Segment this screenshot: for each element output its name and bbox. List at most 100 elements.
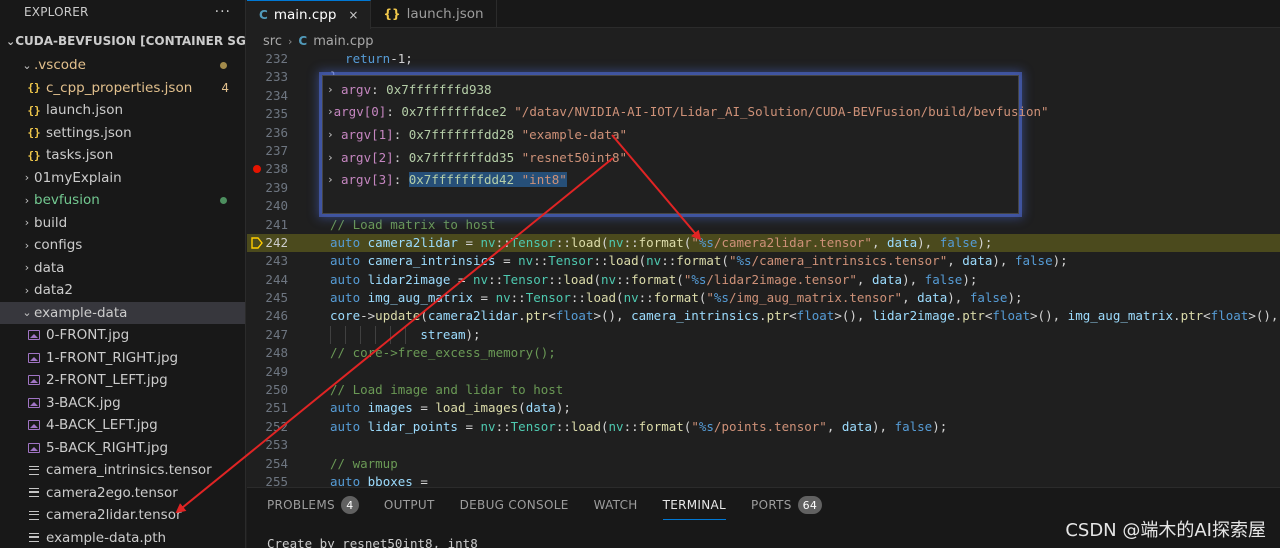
code-token: data [525, 400, 556, 416]
line-number: 232 [265, 51, 288, 66]
line-number: 241 [265, 216, 288, 232]
chevron-right-icon: › [327, 105, 334, 119]
code-token: ptr [962, 308, 985, 324]
line-number: 248 [265, 345, 288, 361]
panel-tab-label: DEBUG CONSOLE [459, 498, 569, 512]
code-token: nv [608, 418, 624, 434]
line-number: 244 [265, 271, 288, 287]
tree-item-data2[interactable]: › data2 [0, 279, 245, 302]
panel-tab-output[interactable]: OUTPUT [384, 488, 435, 522]
variable-value: 0x7fffffffdd35 "resnet50int8" [409, 150, 627, 165]
variable-row-argv-2[interactable]: › argv[2]: 0x7fffffffdd35 "resnet50int8" [323, 146, 1018, 169]
code-token: data [871, 271, 903, 287]
more-actions-icon[interactable]: ··· [215, 4, 231, 20]
code-line[interactable]: 253 [247, 436, 1280, 454]
json-file-icon: {} [27, 148, 41, 162]
json-file-icon: {} [383, 7, 401, 21]
variable-row-argv-3[interactable]: › argv[3]: 0x7fffffffdd42 "int8" [323, 168, 1018, 191]
tree-item-label: 0-FRONT.jpg [46, 327, 130, 344]
panel-tab-watch[interactable]: WATCH [594, 488, 638, 522]
tree-item-example-data[interactable]: ⌄ example-data [0, 301, 245, 324]
tree-item-camera2ego-tensor[interactable]: camera2ego.tensor [0, 482, 245, 505]
code-line[interactable]: 255 auto bboxes = [247, 473, 1280, 487]
tree-item-data[interactable]: › data [0, 257, 245, 280]
indent-guide [330, 325, 331, 345]
panel-tab-debug-console[interactable]: DEBUG CONSOLE [460, 488, 569, 522]
variable-row-argv[interactable]: › argv: 0x7fffffffd938 [323, 78, 1018, 101]
tree-item-label: launch.json [46, 102, 124, 119]
code-line[interactable]: 252 auto lidar_points = nv::Tensor::load(… [247, 418, 1280, 436]
code-token: // Load matrix to host [330, 216, 496, 232]
tree-item-0-front-jpg[interactable]: 0-FRONT.jpg [0, 324, 245, 347]
tree-item-vscode[interactable]: ⌄ .vscode [0, 54, 245, 77]
code-text: auto images = load_images(data); [330, 399, 571, 417]
code-line[interactable]: 247 stream); [247, 325, 1280, 345]
tree-item-01myexplain[interactable]: › 01myExplain [0, 167, 245, 190]
debug-hover-popup[interactable]: › argv: 0x7fffffffd938 › argv[0]: 0x7ffffff… [322, 75, 1049, 214]
code-token: nv [480, 234, 496, 250]
tree-item-tasks-json[interactable]: {} tasks.json [0, 144, 245, 167]
code-line[interactable]: 246 core->update(camera2lidar.ptr<float>(… [247, 307, 1280, 325]
tree-item-camera-intrinsics-tensor[interactable]: camera_intrinsics.tensor [0, 459, 245, 482]
code-line[interactable]: 241 // Load matrix to host [247, 216, 1280, 234]
code-token: nv [518, 253, 534, 269]
tree-item-build[interactable]: › build [0, 212, 245, 235]
tree-item-4-back-left-jpg[interactable]: 4-BACK_LEFT.jpg [0, 414, 245, 437]
image-file-icon [26, 395, 42, 411]
code-line[interactable]: 245 auto img_aug_matrix = nv::Tensor::loa… [247, 289, 1280, 307]
code-token: = [457, 234, 481, 250]
code-token: Tensor [525, 290, 571, 306]
tree-item-5-back-right-jpg[interactable]: 5-BACK_RIGHT.jpg [0, 437, 245, 460]
workspace-root[interactable]: ⌄ CUDA-BEVFUSION [CONTAINER SGE... [0, 28, 245, 54]
explorer-title: EXPLORER [24, 5, 89, 19]
code-line[interactable]: 250 // Load image and lidar to host [247, 381, 1280, 399]
code-token: = [412, 400, 436, 416]
terminal-output[interactable]: Create by resnet50int8, int8 [267, 536, 478, 548]
code-line[interactable]: 251 auto images = load_images(data); [247, 399, 1280, 417]
panel-tab-problems[interactable]: PROBLEMS 4 [267, 488, 359, 522]
variable-name: argv [341, 81, 372, 97]
tree-item-camera2lidar-tensor[interactable]: camera2lidar.tensor [0, 504, 245, 527]
line-number: 249 [265, 363, 288, 379]
tree-item-bevfusion[interactable]: › bevfusion [0, 189, 245, 212]
panel-tab-terminal[interactable]: TERMINAL [662, 488, 727, 522]
variable-row-argv-0[interactable]: › argv[0]: 0x7fffffffdce2 "/datav/NVIDIA-… [323, 101, 1049, 124]
chevron-right-icon: › [24, 171, 30, 185]
tree-item-3-back-jpg[interactable]: 3-BACK.jpg [0, 392, 245, 415]
tree-item-launch-json[interactable]: {} launch.json [0, 99, 245, 122]
code-token: load [570, 234, 601, 250]
panel-tab-ports[interactable]: PORTS 64 [751, 488, 823, 522]
breadcrumb-file[interactable]: main.cpp [313, 34, 373, 49]
code-token: auto [330, 253, 361, 269]
chevron-down-icon: ⌄ [22, 306, 32, 320]
code-token: data [841, 418, 872, 434]
code-token: >(), [1030, 308, 1068, 324]
panel-tab-label: PORTS [751, 498, 792, 512]
tree-item-settings-json[interactable]: {} settings.json [0, 122, 245, 145]
code-line[interactable]: 248 // core->free_excess_memory(); [247, 344, 1280, 362]
variable-row-argv-1[interactable]: › argv[1]: 0x7fffffffdd28 "example-data" [323, 123, 1018, 146]
code-line[interactable]: 242 auto camera2lidar = nv::Tensor::load(… [247, 233, 1280, 253]
code-text: stream); [420, 326, 480, 344]
code-token: false [924, 271, 963, 287]
code-token: format [631, 271, 677, 287]
code-line[interactable]: 244 auto lidar2image = nv::Tensor::load(n… [247, 271, 1280, 289]
tree-item-2-front-left-jpg[interactable]: 2-FRONT_LEFT.jpg [0, 369, 245, 392]
tree-item-configs[interactable]: › configs [0, 234, 245, 257]
code-token: nv [495, 290, 511, 306]
tree-item-label: 5-BACK_RIGHT.jpg [46, 439, 169, 456]
code-line[interactable]: 254 // warmup [247, 455, 1280, 473]
code-token: " [691, 418, 699, 434]
tab-main-cpp[interactable]: Cmain.cpp × [247, 0, 372, 29]
tree-item-example-data-pth[interactable]: example-data.pth [0, 527, 245, 548]
tree-item-1-front-right-jpg[interactable]: 1-FRONT_RIGHT.jpg [0, 347, 245, 370]
close-icon[interactable]: × [348, 8, 358, 22]
code-line[interactable]: 243 auto camera_intrinsics = nv::Tensor::… [247, 252, 1280, 270]
tree-item-c-cpp-properties-json[interactable]: {} c_cpp_properties.json 4 [0, 77, 245, 100]
breadcrumb-folder[interactable]: src [263, 34, 282, 49]
code-line[interactable]: 249 [247, 363, 1280, 381]
tab-launch-json[interactable]: {} launch.json [371, 0, 497, 28]
code-token: false [894, 418, 933, 434]
code-line[interactable]: 232 return-1; [247, 50, 1280, 68]
